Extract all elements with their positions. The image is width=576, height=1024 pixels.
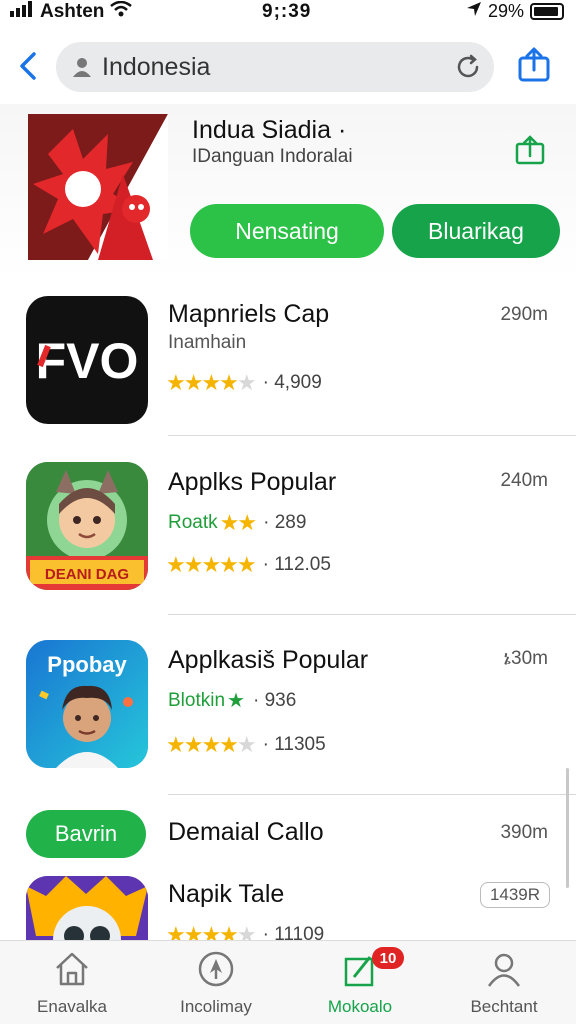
rating-count: 4,909 [274,372,322,393]
divider [168,614,576,615]
app-icon: DEANI DAG [26,462,148,590]
featured-share-button[interactable] [514,134,546,171]
rating-line: ★★★★★ · 112.05 [166,552,331,578]
secondary-action-button[interactable]: Bluarikag [392,204,560,258]
app-title: Demaial Callo [168,818,324,846]
home-icon [52,949,92,994]
rating-count: 11305 [274,734,326,755]
status-time: 9;:39 [262,1,312,22]
featured-subtitle: IDanguan Indoralai [192,146,353,167]
separator-dot: · [262,734,275,755]
star-icon: ★ [227,690,245,712]
featured-app-icon[interactable] [28,114,168,260]
tab-updates[interactable]: 10 Mokoalo [288,941,432,1024]
star-rating-icon: ★★★★★ [166,732,257,757]
star-rating-icon: ★★★★★ [166,922,257,940]
svg-text:DEANI DAG: DEANI DAG [45,566,129,583]
list-item[interactable]: Napik Tale 1439R ★★★★★ · 11109 [0,874,576,940]
app-title: Applks Popular [168,468,337,496]
app-subtitle: Inamhain [168,332,247,353]
list-item[interactable]: Ppobay Applkasiš Popular Blotkin ★ · 936… [0,638,576,795]
separator-dot: · [252,689,265,711]
star-rating-icon: ★★ [219,510,257,535]
tab-label: Mokoalo [327,997,393,1016]
tab-explore[interactable]: Incolimay [144,941,288,1024]
battery-icon [530,3,564,20]
star-rating-icon: ★★★★★ [166,552,257,577]
app-subtitle-text: Blotkin [168,689,226,711]
app-subtitle: Blotkin ★ · 936 [168,688,296,713]
svg-text:FVO: FVO [36,333,139,389]
app-size: 390m [500,822,548,843]
rating-count: 11109 [274,924,325,940]
lock-icon [72,56,92,83]
rating-count: 289 [274,512,307,533]
featured-title: Indua Siadia · [192,116,347,144]
battery-percent: 29% [487,1,524,21]
app-size: 240m [500,470,548,491]
svg-text:Ppobay: Ppobay [47,652,127,677]
star-rating-icon: ★★★★★ [166,370,257,395]
size-badge: 1439R [480,882,550,908]
tab-home[interactable]: Enavalka [0,941,144,1024]
compass-icon [196,949,236,994]
separator-dot: · [262,924,275,940]
carrier-name: Ashten [40,1,105,22]
app-icon: FVO [26,296,148,424]
rating-count: 936 [264,689,297,711]
nav-bar [0,36,576,98]
person-icon [484,949,524,994]
search-bar[interactable] [56,42,494,92]
app-size: 290m [500,304,548,325]
primary-action-button[interactable]: Nensating [190,204,384,258]
category-badge[interactable]: Bavrin [26,810,146,858]
separator-dot: · [262,554,275,575]
app-icon: Ppobay [26,640,148,768]
scrollbar[interactable] [566,768,569,888]
status-left: Ashten [10,0,133,23]
status-bar: Ashten 9;:39 29% [0,0,576,28]
app-title: Mapnriels Cap [168,300,330,328]
share-icon [515,135,545,165]
app-size: ኔ30m [503,648,548,669]
tab-profile[interactable]: Bechtant [432,941,576,1024]
notification-badge: 10 [372,947,404,969]
divider [168,794,576,795]
rating-line: ★★★★★ · 11305 [166,732,326,758]
separator-dot: · [263,512,275,533]
tab-label: Bechtant [470,997,538,1016]
list-item[interactable]: Bavrin Demaial Callo 390m [0,808,576,868]
location-icon [466,1,482,22]
separator-dot: · [262,372,275,393]
signal-icon [10,1,34,23]
tab-label: Enavalka [37,997,107,1016]
tab-bar: Enavalka Incolimay 10 Mokoalo Bechtant [0,940,576,1024]
divider [168,435,576,436]
list-item[interactable]: DEANI DAG Applks Popular Roatk ★★ · 289 … [0,460,576,615]
list-item[interactable]: FVO Mapnriels Cap Inamhain 290m ★★★★★ · … [0,294,576,436]
featured-art-icon [28,114,168,260]
search-input[interactable] [102,52,442,82]
app-subtitle-text: Roatk [168,512,218,533]
status-right: 29% [466,1,564,22]
rating-line: ★★★★★ · 4,909 [166,370,322,396]
featured-section: Indua Siadia · IDanguan Indoralai Nensat… [0,104,576,280]
app-title: Napik Tale [168,880,285,908]
tab-label: Incolimay [180,997,252,1016]
app-title: Applkasiš Popular [168,646,369,674]
chevron-left-icon [20,52,36,80]
rating-line: ★★★★★ · 11109 [166,922,324,940]
back-button[interactable] [14,50,46,82]
wifi-icon [110,0,133,23]
app-subtitle: Roatk ★★ · 289 [168,510,306,536]
app-icon [26,876,148,940]
rating-count: 112.05 [274,554,331,575]
reload-icon[interactable] [454,53,482,86]
share-icon [518,47,550,82]
share-button[interactable] [516,46,552,87]
